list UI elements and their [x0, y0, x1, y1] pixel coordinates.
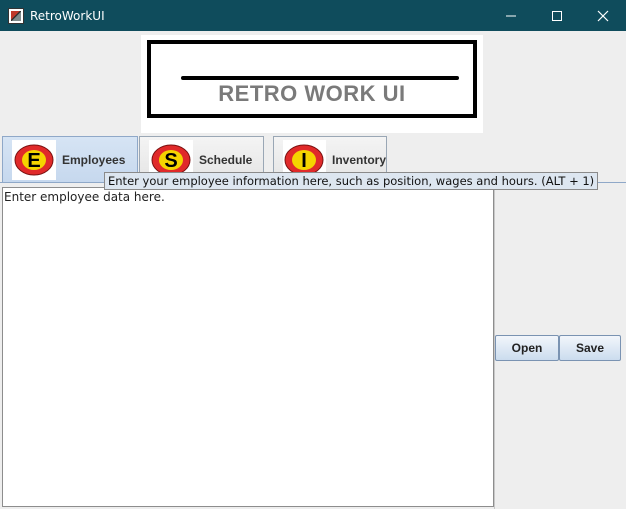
tab-inventory-label: Inventory — [331, 152, 386, 167]
inventory-icon: I — [284, 144, 324, 176]
minimize-icon — [506, 15, 516, 16]
tooltip: Enter your employee information here, su… — [104, 172, 599, 190]
svg-text:S: S — [164, 150, 177, 172]
window-titlebar: RetroWorkUI — [0, 0, 626, 31]
save-button[interactable]: Save — [559, 335, 621, 361]
maximize-icon — [552, 10, 562, 21]
app-icon — [8, 7, 24, 24]
maximize-button[interactable] — [534, 0, 580, 31]
close-icon — [597, 10, 609, 21]
svg-text:E: E — [27, 150, 40, 172]
employees-icon-bg: E — [12, 139, 56, 180]
close-button[interactable] — [580, 0, 626, 31]
employees-icon: E — [14, 144, 54, 176]
window-title: RetroWorkUI — [30, 8, 105, 23]
logo-banner: RETRO WORK UI — [141, 35, 483, 133]
schedule-icon: S — [151, 144, 191, 176]
window-controls — [488, 0, 626, 31]
employee-data-textarea[interactable]: Enter employee data here. — [2, 187, 494, 507]
logo-rule — [181, 76, 459, 80]
minimize-button[interactable] — [488, 0, 534, 31]
tab-schedule-label: Schedule — [199, 152, 253, 167]
tab-employees-label: Employees — [62, 152, 126, 167]
logo-text: RETRO WORK UI — [218, 81, 406, 106]
open-button[interactable]: Open — [495, 335, 559, 361]
svg-text:I: I — [302, 150, 308, 172]
